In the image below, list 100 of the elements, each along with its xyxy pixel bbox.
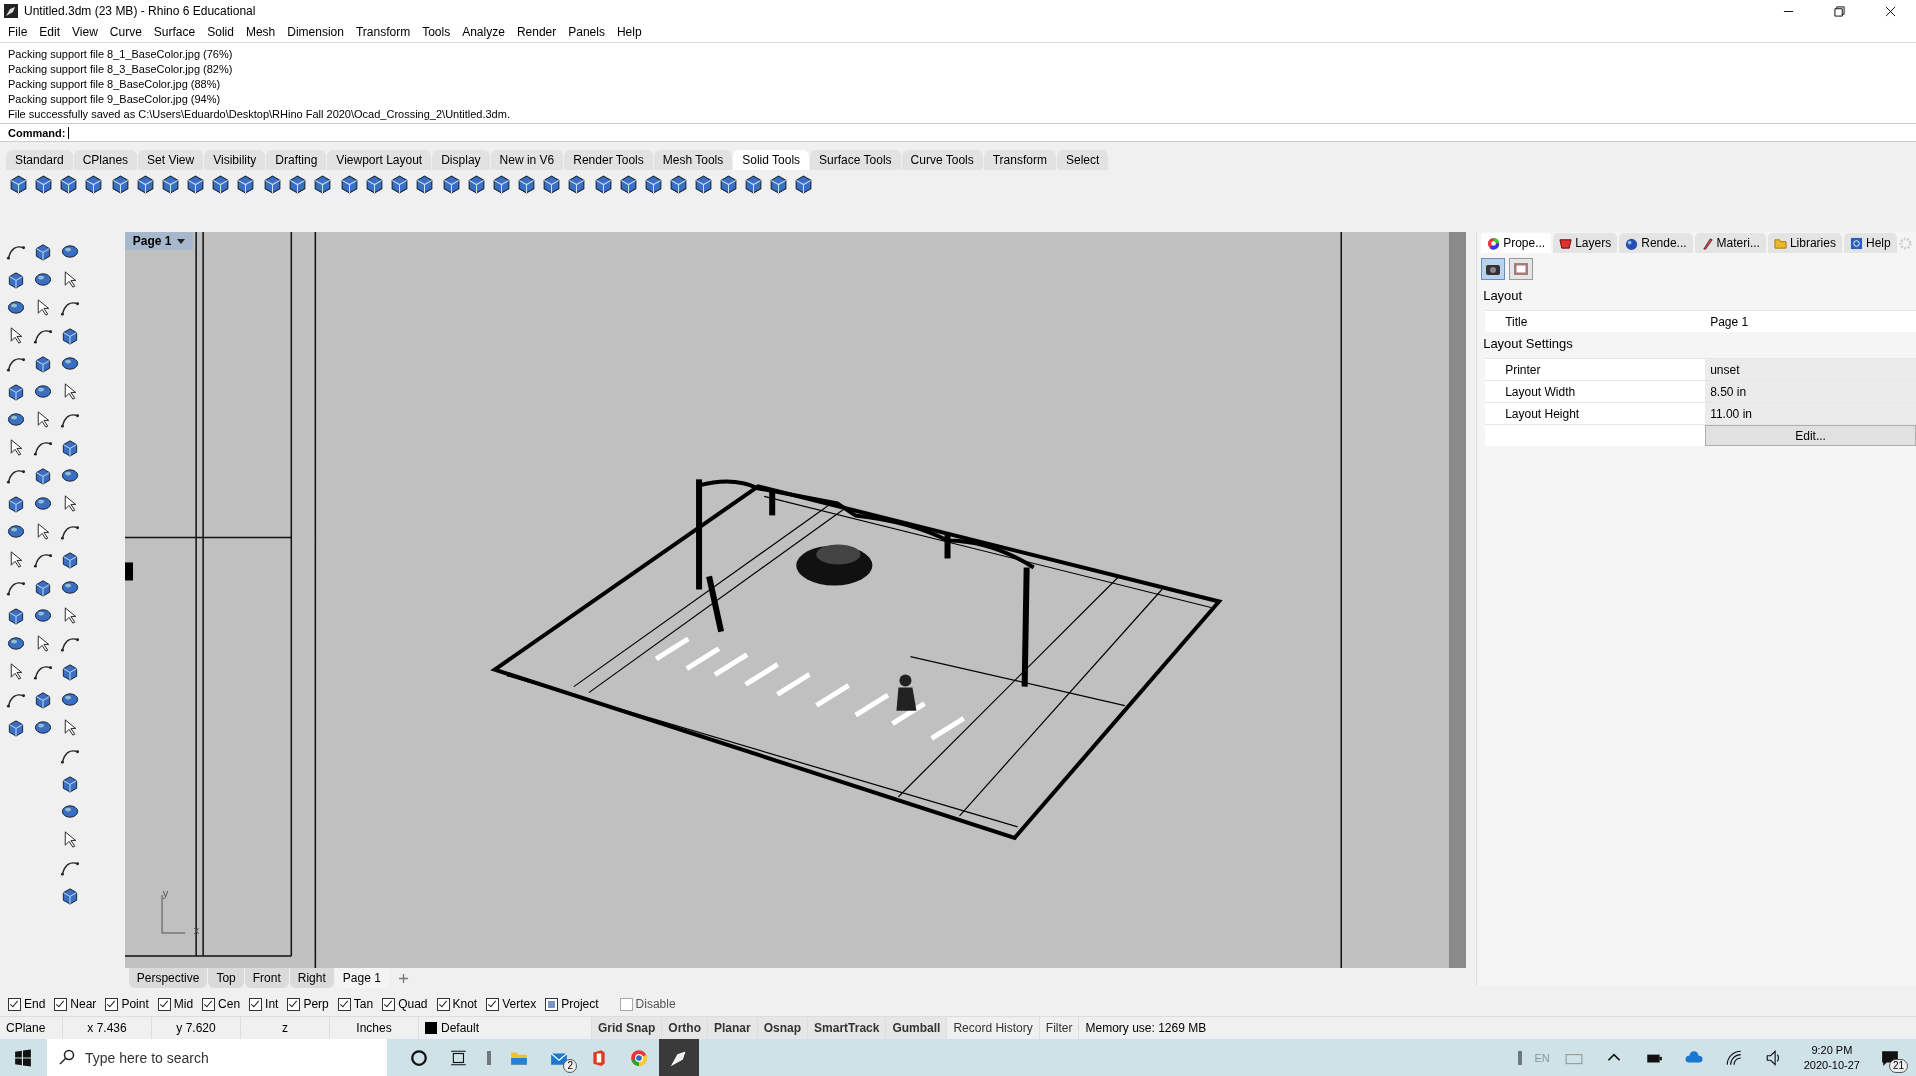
cube-icon[interactable] bbox=[693, 172, 714, 194]
cube-icon[interactable] bbox=[566, 172, 587, 194]
cube-icon[interactable] bbox=[110, 172, 131, 194]
toolbar-tab[interactable]: Solid Tools bbox=[733, 150, 810, 170]
cube-icon[interactable] bbox=[6, 606, 26, 625]
menu-item[interactable]: Transform bbox=[349, 25, 417, 39]
status-toggle[interactable]: Gumball bbox=[886, 1017, 948, 1039]
osnap-checkbox[interactable]: Quad bbox=[382, 997, 428, 1011]
cube-icon[interactable] bbox=[6, 382, 26, 401]
toolbar-tab[interactable]: CPlanes bbox=[73, 150, 138, 170]
restore-icon[interactable] bbox=[1834, 5, 1845, 17]
cube-icon[interactable] bbox=[6, 270, 26, 289]
osnap-checkbox[interactable]: Cen bbox=[202, 997, 241, 1011]
cube-icon[interactable] bbox=[33, 466, 53, 485]
menu-item[interactable]: File bbox=[2, 25, 34, 39]
disable-checkbox[interactable]: Disable bbox=[619, 997, 676, 1011]
cube-icon[interactable] bbox=[8, 172, 29, 194]
cube-icon[interactable] bbox=[33, 242, 53, 261]
cube-icon[interactable] bbox=[60, 662, 80, 681]
cube-icon[interactable] bbox=[160, 172, 181, 194]
osnap-checkbox[interactable]: Vertex bbox=[486, 997, 537, 1011]
cube-icon[interactable] bbox=[643, 172, 664, 194]
cube-icon[interactable] bbox=[287, 172, 308, 194]
project-checkbox[interactable]: Project bbox=[545, 997, 599, 1011]
status-toggle[interactable]: SmartTrack bbox=[808, 1017, 887, 1039]
start-icon[interactable] bbox=[14, 1048, 32, 1067]
sphere-icon[interactable] bbox=[60, 802, 80, 821]
clock[interactable]: 9:20 PM 2020-10-27 bbox=[1803, 1042, 1860, 1073]
menu-item[interactable]: Curve bbox=[103, 25, 148, 39]
toolbar-tab[interactable]: Surface Tools bbox=[810, 150, 901, 170]
sphere-icon[interactable] bbox=[60, 466, 80, 485]
osnap-checkbox[interactable]: Mid bbox=[157, 997, 194, 1011]
osnap-checkbox[interactable]: Perp bbox=[287, 997, 329, 1011]
osnap-checkbox[interactable]: Knot bbox=[436, 997, 478, 1011]
cube-icon[interactable] bbox=[33, 172, 54, 194]
cube-icon[interactable] bbox=[593, 172, 614, 194]
cube-icon[interactable] bbox=[466, 172, 487, 194]
toolbar-tab[interactable]: Viewport Layout bbox=[327, 150, 432, 170]
viewport-tab[interactable]: Top bbox=[208, 968, 244, 988]
cube-icon[interactable] bbox=[60, 774, 80, 793]
menu-item[interactable]: View bbox=[66, 25, 104, 39]
add-icon[interactable] bbox=[397, 973, 409, 984]
toolbar-tab[interactable]: Curve Tools bbox=[901, 150, 983, 170]
toolbar-tab[interactable]: Drafting bbox=[266, 150, 327, 170]
cube-icon[interactable] bbox=[33, 354, 53, 373]
sphere-icon[interactable] bbox=[33, 270, 53, 289]
cube-icon[interactable] bbox=[541, 172, 562, 194]
sphere-icon[interactable] bbox=[6, 522, 26, 541]
toolbar-tab[interactable]: Set View bbox=[138, 150, 204, 170]
toolbar-tab[interactable]: Standard bbox=[6, 150, 73, 170]
panel-tab[interactable]: Prope... bbox=[1481, 233, 1552, 253]
viewport-title-tab[interactable]: Page 1 bbox=[124, 232, 194, 250]
close-icon[interactable] bbox=[1885, 5, 1896, 17]
cube-icon[interactable] bbox=[516, 172, 537, 194]
toolbar-tab[interactable]: Select bbox=[1056, 150, 1109, 170]
viewport-tab[interactable]: Page 1 bbox=[334, 968, 389, 988]
sphere-icon[interactable] bbox=[33, 494, 53, 513]
cube-icon[interactable] bbox=[210, 172, 231, 194]
sphere-icon[interactable] bbox=[60, 578, 80, 597]
menu-item[interactable]: Edit bbox=[33, 25, 67, 39]
cube-icon[interactable] bbox=[60, 550, 80, 569]
sphere-icon[interactable] bbox=[33, 382, 53, 401]
cube-icon[interactable] bbox=[60, 326, 80, 345]
viewport-tab[interactable]: Right bbox=[289, 968, 334, 988]
app-logo-icon[interactable] bbox=[670, 1048, 688, 1067]
cube-icon[interactable] bbox=[83, 172, 104, 194]
cube-icon[interactable] bbox=[618, 172, 639, 194]
sphere-icon[interactable] bbox=[6, 298, 26, 317]
menu-item[interactable]: Dimension bbox=[281, 25, 350, 39]
panel-tab[interactable]: Help bbox=[1843, 233, 1897, 253]
panel-tab[interactable]: Libraries bbox=[1767, 233, 1842, 253]
cube-icon[interactable] bbox=[135, 172, 156, 194]
sphere-icon[interactable] bbox=[33, 606, 53, 625]
cube-icon[interactable] bbox=[312, 172, 333, 194]
command-field[interactable]: Command: bbox=[0, 123, 1916, 142]
cube-icon[interactable] bbox=[768, 172, 789, 194]
panel-tab[interactable]: Rende... bbox=[1619, 233, 1693, 253]
osnap-checkbox[interactable]: Point bbox=[105, 997, 149, 1011]
menu-item[interactable]: Analyze bbox=[456, 25, 511, 39]
cube-icon[interactable] bbox=[743, 172, 764, 194]
cube-icon[interactable] bbox=[60, 438, 80, 457]
sphere-icon[interactable] bbox=[33, 718, 53, 737]
status-toggle[interactable]: Grid Snap bbox=[592, 1017, 663, 1039]
status-toggle[interactable]: Osnap bbox=[757, 1017, 809, 1039]
panel-tab[interactable]: Layers bbox=[1553, 233, 1618, 253]
menu-item[interactable]: Surface bbox=[147, 25, 202, 39]
osnap-checkbox[interactable]: Int bbox=[249, 997, 279, 1011]
cortana-icon[interactable] bbox=[410, 1048, 428, 1067]
edit-button[interactable]: Edit... bbox=[1705, 425, 1916, 446]
cube-icon[interactable] bbox=[262, 172, 283, 194]
office-icon[interactable] bbox=[590, 1048, 608, 1067]
sphere-icon[interactable] bbox=[60, 690, 80, 709]
cube-icon[interactable] bbox=[364, 172, 385, 194]
toolbar-tab[interactable]: Mesh Tools bbox=[653, 150, 733, 170]
cube-icon[interactable] bbox=[6, 494, 26, 513]
viewport-tab[interactable]: Perspective bbox=[128, 968, 208, 988]
osnap-checkbox[interactable]: End bbox=[8, 997, 46, 1011]
camera-button[interactable] bbox=[1481, 258, 1506, 280]
cube-icon[interactable] bbox=[60, 886, 80, 905]
osnap-checkbox[interactable]: Near bbox=[54, 997, 97, 1011]
